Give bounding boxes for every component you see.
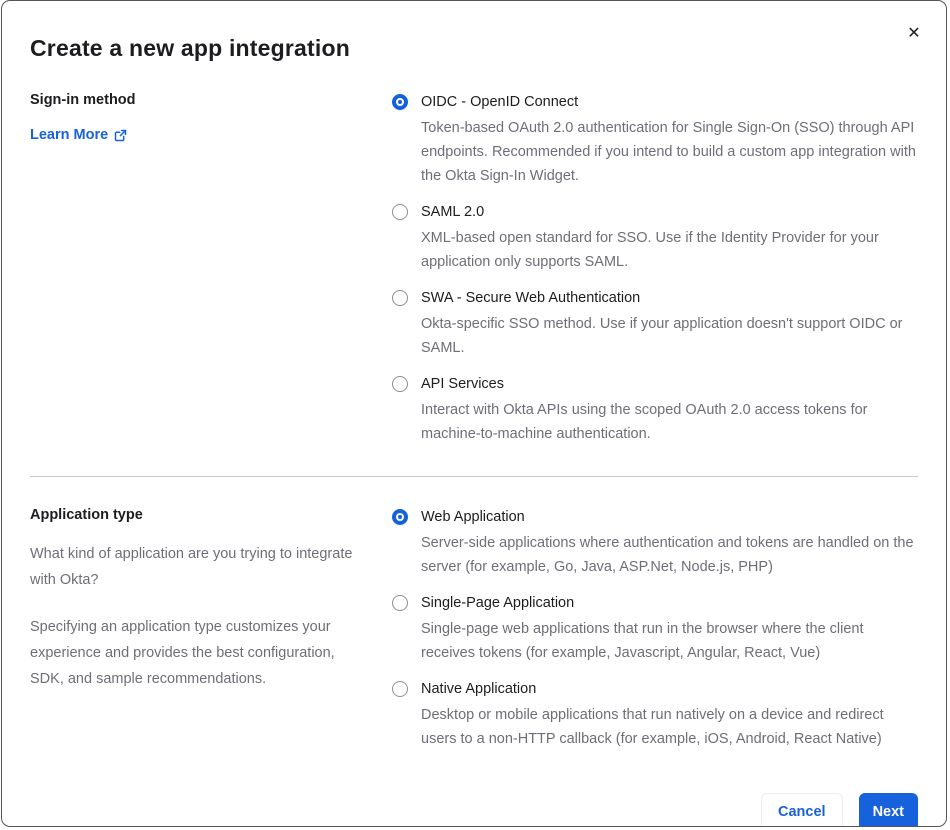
radio-option-single-page-application[interactable]: Single-Page Application Single-page web …: [392, 593, 918, 665]
cancel-button[interactable]: Cancel: [761, 793, 843, 826]
option-label: Native Application: [421, 681, 537, 697]
option-description: Desktop or mobile applications that run …: [421, 707, 884, 747]
option-label: OIDC - OpenID Connect: [421, 94, 579, 110]
application-type-left-column: Application type What kind of applicatio…: [30, 507, 364, 751]
application-type-options: Web Application Server-side applications…: [392, 507, 918, 751]
signin-method-left-column: Sign-in method Learn More: [30, 92, 364, 446]
application-type-section: Application type What kind of applicatio…: [2, 507, 946, 751]
option-description: Okta-specific SSO method. Use if your ap…: [421, 316, 903, 356]
radio-option-native-application[interactable]: Native Application Desktop or mobile app…: [392, 679, 918, 751]
learn-more-label: Learn More: [30, 127, 109, 143]
option-description: Single-page web applications that run in…: [421, 621, 864, 661]
radio-button[interactable]: [392, 290, 408, 306]
external-link-icon: [114, 129, 127, 142]
option-label: SWA - Secure Web Authentication: [421, 290, 641, 306]
application-type-explanation: Specifying an application type customize…: [30, 619, 335, 687]
signin-method-section: Sign-in method Learn More OIDC - OpenID …: [2, 92, 946, 446]
create-app-integration-modal: Create a new app integration ✕ Sign-in m…: [1, 0, 947, 827]
radio-option-web-application[interactable]: Web Application Server-side applications…: [392, 507, 918, 579]
option-description: Interact with Okta APIs using the scoped…: [421, 402, 868, 442]
option-label: API Services: [421, 376, 504, 392]
radio-button[interactable]: [392, 204, 408, 220]
modal-header: Create a new app integration ✕: [2, 1, 946, 62]
radio-option-swa[interactable]: SWA - Secure Web Authentication Okta-spe…: [392, 288, 918, 360]
page-title: Create a new app integration: [30, 35, 350, 61]
signin-method-options: OIDC - OpenID Connect Token-based OAuth …: [392, 92, 918, 446]
signin-method-heading: Sign-in method: [30, 92, 136, 108]
radio-option-oidc[interactable]: OIDC - OpenID Connect Token-based OAuth …: [392, 92, 918, 188]
option-description: Token-based OAuth 2.0 authentication for…: [421, 120, 916, 184]
learn-more-link[interactable]: Learn More: [30, 127, 127, 143]
radio-option-api-services[interactable]: API Services Interact with Okta APIs usi…: [392, 374, 918, 446]
radio-button[interactable]: [392, 376, 408, 392]
option-description: Server-side applications where authentic…: [421, 535, 914, 575]
application-type-question: What kind of application are you trying …: [30, 546, 353, 588]
option-description: XML-based open standard for SSO. Use if …: [421, 230, 879, 270]
option-label: Single-Page Application: [421, 595, 575, 611]
close-icon[interactable]: ✕: [902, 21, 926, 45]
radio-button[interactable]: [392, 681, 408, 697]
option-label: SAML 2.0: [421, 204, 485, 220]
option-label: Web Application: [421, 509, 525, 525]
next-button[interactable]: Next: [858, 793, 918, 826]
radio-button[interactable]: [392, 509, 408, 525]
radio-option-saml[interactable]: SAML 2.0 XML-based open standard for SSO…: [392, 202, 918, 274]
application-type-heading: Application type: [30, 507, 143, 523]
modal-footer: Cancel Next: [2, 793, 946, 826]
radio-button[interactable]: [392, 595, 408, 611]
radio-button[interactable]: [392, 94, 408, 110]
section-divider: [30, 476, 918, 477]
